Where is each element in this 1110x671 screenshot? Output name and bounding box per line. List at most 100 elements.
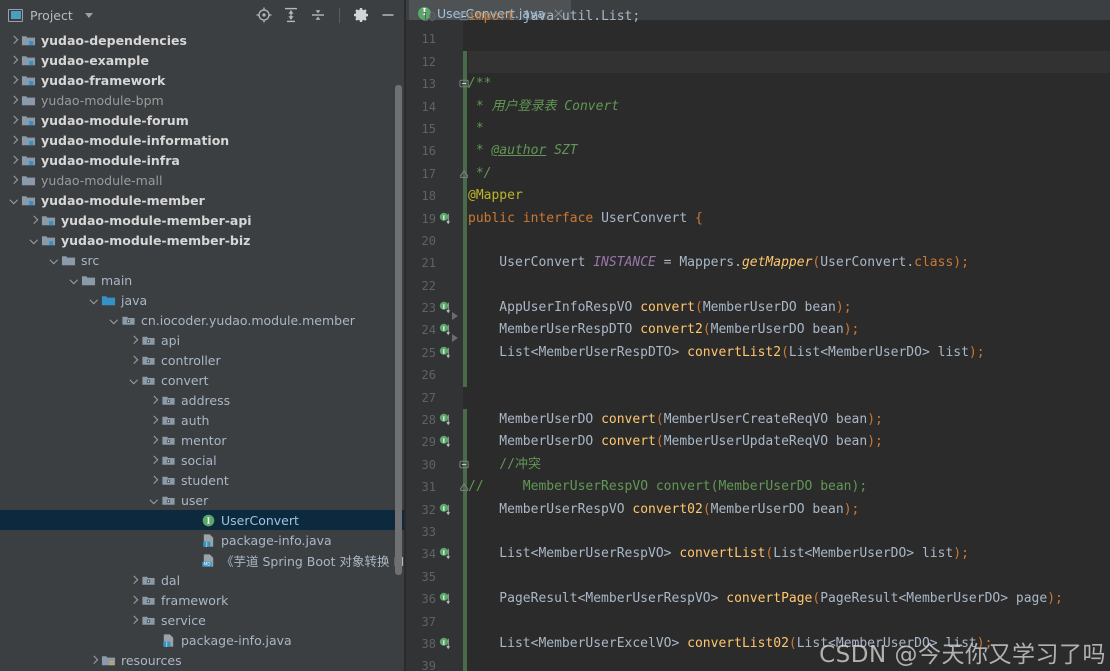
chevron-right-icon[interactable] bbox=[8, 75, 19, 86]
code-line[interactable]: 36 I PageResult<MemberUserRespVO> convert… bbox=[406, 588, 1110, 611]
code-line[interactable]: 30 //冲突 bbox=[406, 453, 1110, 477]
code-line[interactable]: 14 * 用户登录表 Convert bbox=[406, 95, 1110, 118]
chevron-down-icon[interactable] bbox=[28, 235, 39, 246]
tree-item[interactable]: address bbox=[0, 390, 404, 410]
chevron-right-icon[interactable] bbox=[8, 35, 19, 46]
expand-all-icon[interactable] bbox=[283, 7, 299, 23]
code-line[interactable]: 26 bbox=[406, 364, 1110, 387]
code-line[interactable]: 21 UserConvert INSTANCE = Mappers.getMap… bbox=[406, 252, 1110, 275]
implemented-marker-icon[interactable]: I bbox=[439, 435, 453, 449]
code-line[interactable]: 17 */ bbox=[406, 162, 1110, 186]
code-line[interactable]: 38 I List<MemberUserExcelVO> convertList0… bbox=[406, 632, 1110, 656]
vcs-change-marker[interactable] bbox=[463, 50, 467, 74]
code-line[interactable]: 13 /** bbox=[406, 73, 1110, 96]
vcs-change-marker[interactable] bbox=[463, 274, 467, 298]
code-line[interactable]: 31 // MemberUserRespVO convert(MemberUser… bbox=[406, 476, 1110, 499]
vcs-change-marker[interactable] bbox=[463, 117, 467, 141]
chevron-down-icon[interactable] bbox=[48, 255, 59, 266]
tree-item[interactable]: Jpackage-info.java bbox=[0, 630, 404, 650]
chevron-right-icon[interactable] bbox=[128, 595, 139, 606]
tree-item[interactable]: controller bbox=[0, 350, 404, 370]
tree-item[interactable]: java bbox=[0, 290, 404, 310]
vcs-change-marker[interactable] bbox=[463, 185, 467, 208]
tree-item[interactable]: dal bbox=[0, 570, 404, 590]
vcs-change-marker[interactable] bbox=[463, 498, 467, 521]
code-line[interactable]: 28 I MemberUserDO convert(MemberUserCreat… bbox=[406, 409, 1110, 432]
vcs-change-marker[interactable] bbox=[463, 632, 467, 656]
project-tree[interactable]: yudao-dependencies yudao-example yudao-fra… bbox=[0, 30, 404, 671]
vcs-change-marker[interactable] bbox=[463, 565, 467, 589]
tree-item[interactable]: student bbox=[0, 470, 404, 490]
tree-item[interactable]: yudao-module-information bbox=[0, 130, 404, 150]
tree-item[interactable]: MD 《芋道 Spring Boot 对象转换 MapStruc bbox=[0, 550, 404, 570]
vcs-change-marker[interactable] bbox=[463, 543, 467, 566]
implemented-marker-icon[interactable]: I bbox=[439, 503, 453, 517]
tree-item[interactable]: api bbox=[0, 330, 404, 350]
hide-panel-icon[interactable] bbox=[380, 7, 396, 23]
implemented-marker-icon[interactable]: I bbox=[439, 637, 453, 651]
chevron-right-icon[interactable] bbox=[128, 335, 139, 346]
vcs-change-marker[interactable] bbox=[463, 319, 467, 342]
code-line[interactable]: 12 bbox=[406, 50, 1110, 74]
tree-item[interactable]: yudao-dependencies bbox=[0, 30, 404, 50]
chevron-right-icon[interactable] bbox=[128, 575, 139, 586]
chevron-right-icon[interactable] bbox=[28, 215, 39, 226]
code-line[interactable]: 18 @Mapper bbox=[406, 185, 1110, 208]
code-line[interactable]: 24 I MemberUserRespDTO convert2(MemberUse… bbox=[406, 319, 1110, 343]
code-line[interactable]: 37 bbox=[406, 610, 1110, 633]
implemented-marker-icon[interactable]: I bbox=[439, 547, 453, 561]
tree-item[interactable]: user bbox=[0, 490, 404, 510]
tree-item-selected[interactable]: I UserConvert bbox=[0, 510, 404, 530]
tree-item[interactable]: yudao-module-bpm bbox=[0, 90, 404, 110]
tree-item[interactable]: social bbox=[0, 450, 404, 470]
tree-item[interactable]: Jpackage-info.java bbox=[0, 530, 404, 550]
chevron-right-icon[interactable] bbox=[148, 475, 159, 486]
vcs-change-marker[interactable] bbox=[463, 140, 467, 163]
collapse-all-icon[interactable] bbox=[310, 7, 326, 23]
implemented-marker-icon[interactable]: I bbox=[439, 301, 453, 315]
tree-item[interactable]: yudao-example bbox=[0, 50, 404, 70]
code-line[interactable]: 29 I MemberUserDO convert(MemberUserUpdat… bbox=[406, 431, 1110, 454]
code-line[interactable]: 39 bbox=[406, 655, 1110, 671]
tree-item[interactable]: yudao-module-mall bbox=[0, 170, 404, 190]
code-line[interactable]: 27 bbox=[406, 387, 1110, 409]
code-line[interactable]: 35 bbox=[406, 565, 1110, 589]
code-line[interactable]: 33 bbox=[406, 520, 1110, 544]
tree-item[interactable]: yudao-framework bbox=[0, 70, 404, 90]
code-editor[interactable]: 10 import java.util.List; 11 12 13 /** 14 * 用户… bbox=[406, 9, 1110, 671]
tree-item[interactable]: yudao-module-member-biz bbox=[0, 230, 404, 250]
vcs-change-marker[interactable] bbox=[463, 610, 467, 633]
chevron-down-icon[interactable] bbox=[84, 12, 93, 18]
chevron-down-icon[interactable] bbox=[68, 275, 79, 286]
code-line[interactable]: 20 bbox=[406, 229, 1110, 253]
chevron-right-icon[interactable] bbox=[148, 415, 159, 426]
tree-item[interactable]: convert bbox=[0, 370, 404, 390]
chevron-down-icon[interactable] bbox=[108, 315, 119, 326]
vcs-change-marker[interactable] bbox=[463, 520, 467, 544]
tree-item[interactable]: mentor bbox=[0, 430, 404, 450]
code-line[interactable]: 15 * bbox=[406, 117, 1110, 141]
tree-item[interactable]: src bbox=[0, 250, 404, 270]
code-line[interactable]: 19 Ipublic interface UserConvert { bbox=[406, 207, 1110, 230]
code-line[interactable]: 34 I List<MemberUserRespVO> convertList(L… bbox=[406, 543, 1110, 566]
vcs-change-marker[interactable] bbox=[463, 297, 467, 320]
chevron-right-icon[interactable] bbox=[88, 655, 99, 666]
chevron-right-icon[interactable] bbox=[148, 435, 159, 446]
code-line[interactable]: 23 I AppUserInfoRespVO convert(MemberUser… bbox=[406, 297, 1110, 321]
code-line[interactable]: 16 * @author SZT bbox=[406, 140, 1110, 163]
tree-item[interactable]: yudao-module-member bbox=[0, 190, 404, 210]
tree-item[interactable]: yudao-module-member-api bbox=[0, 210, 404, 230]
select-opened-file-icon[interactable] bbox=[256, 7, 272, 23]
chevron-right-icon[interactable] bbox=[148, 455, 159, 466]
vcs-change-marker[interactable] bbox=[463, 409, 467, 432]
vcs-change-marker[interactable] bbox=[463, 431, 467, 454]
code-line[interactable]: 32 I MemberUserRespVO convert02(MemberUse… bbox=[406, 498, 1110, 521]
vcs-change-marker[interactable] bbox=[463, 341, 467, 365]
tree-item[interactable]: yudao-module-infra bbox=[0, 150, 404, 170]
settings-gear-icon[interactable] bbox=[353, 7, 369, 23]
chevron-right-icon[interactable] bbox=[8, 175, 19, 186]
chevron-right-icon[interactable] bbox=[8, 135, 19, 146]
vcs-change-marker[interactable] bbox=[463, 252, 467, 275]
code-line[interactable]: 22 bbox=[406, 274, 1110, 298]
chevron-right-icon[interactable] bbox=[8, 55, 19, 66]
